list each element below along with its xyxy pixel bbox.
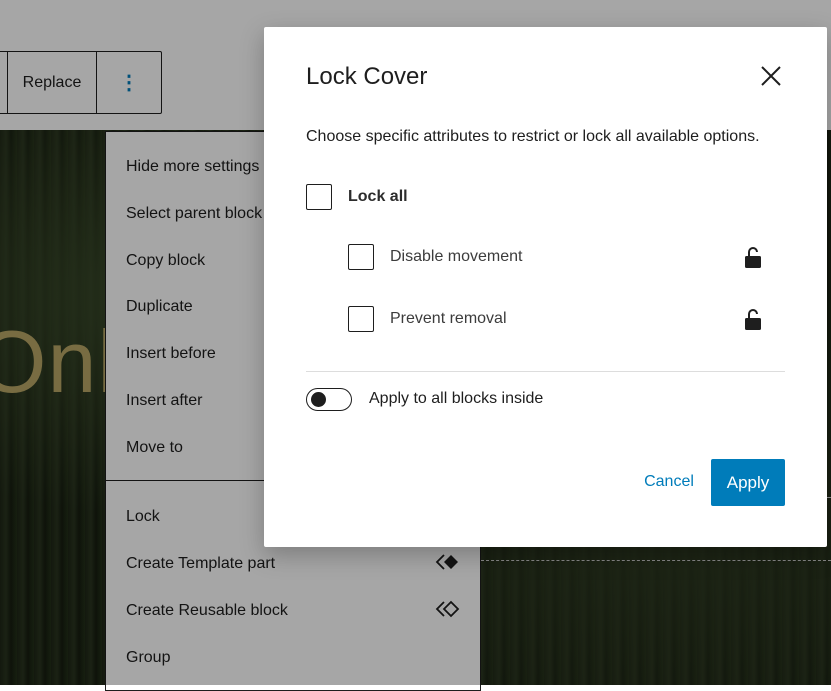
lock-all-checkbox[interactable]	[306, 184, 332, 210]
lock-all-label: Lock all	[348, 188, 408, 205]
apply-inside-label: Apply to all blocks inside	[369, 390, 544, 407]
prevent-removal-label: Prevent removal	[390, 310, 507, 327]
disable-movement-label: Disable movement	[390, 248, 523, 265]
lock-modal: Lock Cover Choose specific attributes to…	[264, 27, 827, 547]
modal-divider	[306, 371, 785, 372]
close-button[interactable]	[754, 59, 788, 93]
disable-movement-checkbox[interactable]	[348, 244, 374, 270]
modal-title: Lock Cover	[306, 63, 428, 90]
apply-inside-toggle[interactable]	[306, 388, 352, 411]
lock-all-row: Lock all	[306, 184, 408, 210]
disable-movement-row: Disable movement	[348, 244, 523, 270]
prevent-removal-checkbox[interactable]	[348, 306, 374, 332]
cancel-button[interactable]: Cancel	[634, 459, 704, 505]
toggle-knob	[311, 392, 326, 407]
unlock-icon	[745, 247, 761, 268]
apply-button[interactable]: Apply	[711, 459, 785, 506]
modal-description: Choose specific attributes to restrict o…	[306, 128, 760, 145]
prevent-removal-row: Prevent removal	[348, 306, 507, 332]
unlock-icon	[745, 309, 761, 330]
close-icon	[761, 66, 781, 86]
